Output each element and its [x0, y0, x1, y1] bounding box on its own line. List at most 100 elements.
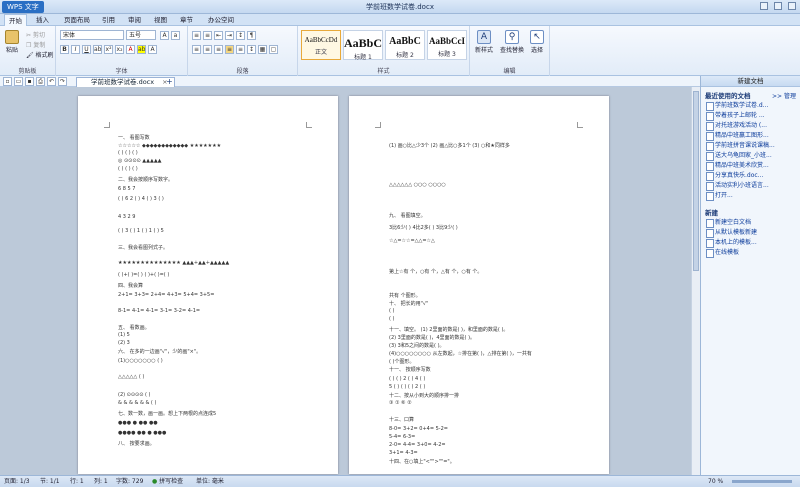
page-2[interactable]: (1) 画○比△少3个 (2) 画△比○多1个 (3) ○和★同样多 △△△△△△… — [349, 96, 609, 474]
highlight-icon[interactable]: ab — [137, 45, 146, 54]
tab-review[interactable]: 审阅 — [124, 14, 145, 26]
style-heading-2[interactable]: AaBbC 标题 2 — [385, 30, 425, 60]
page-line: ( ) ( ) ( ) — [118, 150, 138, 156]
subscript-icon[interactable]: x₂ — [115, 45, 124, 54]
task-pane: 新建文档 最近使用的文档 >> 管理 学前班数学试卷.d... 带着孩子上邮轮 .… — [700, 76, 800, 475]
line-spacing-icon[interactable]: ↕ — [247, 45, 256, 54]
spell-check-toggle[interactable]: ● 拼写检查 — [152, 476, 183, 487]
page-line: (1) 画○比△少3个 (2) 画△比○多1个 (3) ○和★同样多 — [389, 143, 510, 149]
recent-doc-item[interactable]: 学前班拼音课说课稿... — [701, 141, 800, 151]
format-painter-button[interactable]: 🖌 格式刷 — [26, 50, 54, 59]
grow-font-icon[interactable]: A — [160, 31, 169, 40]
status-words: 字数: 729 — [116, 478, 144, 485]
tab-home[interactable]: 开始 — [4, 14, 27, 26]
border-icon[interactable]: ▢ — [269, 45, 278, 54]
page-line: ( ) ( ) 2 ( ) 4 ( ) — [389, 376, 426, 382]
cut-button[interactable]: ✂ 剪切 — [26, 30, 45, 39]
tab-view[interactable]: 视图 — [150, 14, 171, 26]
page-line: ●●● ● ●● ●● — [118, 420, 158, 426]
superscript-icon[interactable]: x² — [104, 45, 113, 54]
tab-office-space[interactable]: 办公空间 — [204, 14, 238, 26]
tab-references[interactable]: 引用 — [98, 14, 119, 26]
document-canvas[interactable]: 一、 看图写数 ☆☆☆☆☆ ◆◆◆◆◆◆◆◆◆◆◆◆ ★★★★★★★( ) ( )… — [0, 87, 700, 475]
recent-doc-item[interactable]: 活动实利小班语言... — [701, 181, 800, 191]
copy-button[interactable]: ❐ 复制 — [26, 40, 45, 49]
tab-chapter[interactable]: 章节 — [176, 14, 197, 26]
recent-doc-item[interactable]: 精品中班美术欣赏... — [701, 161, 800, 171]
increase-indent-icon[interactable]: ⇥ — [225, 31, 234, 40]
minimize-icon[interactable] — [760, 2, 768, 10]
underline-icon[interactable]: U — [82, 45, 91, 54]
paste-button[interactable]: 粘贴 — [3, 30, 21, 54]
recent-doc-item[interactable]: 分享真快乐.doc... — [701, 171, 800, 181]
recent-doc-item[interactable]: 学前班数学试卷.d... — [701, 101, 800, 111]
status-section: 节: 1/1 — [40, 478, 60, 485]
align-center-icon[interactable]: ≡ — [203, 45, 212, 54]
undo-icon[interactable]: ↶ — [47, 77, 56, 86]
italic-icon[interactable]: I — [71, 45, 80, 54]
page-line: 共有 个图形。 — [389, 293, 421, 299]
sort-icon[interactable]: ↕ — [236, 31, 245, 40]
page-line: 八、 按要求画。 — [118, 441, 155, 447]
page-line: (3) 3和5之间的数是( )。 — [389, 343, 445, 349]
status-page: 页面: 1/3 — [4, 478, 30, 485]
new-style-button[interactable]: A 新样式 — [472, 30, 496, 54]
font-size-combo[interactable]: 五号 — [126, 30, 156, 40]
style-heading-1[interactable]: AaBbC 标题 1 — [343, 30, 383, 61]
vertical-scrollbar[interactable] — [691, 87, 700, 475]
save-icon[interactable]: ▪ — [25, 77, 34, 86]
scroll-thumb[interactable] — [693, 91, 699, 271]
open-link[interactable]: 打开... — [701, 191, 800, 201]
select-button[interactable]: ↖ 选择 — [528, 30, 546, 54]
page-1[interactable]: 一、 看图写数 ☆☆☆☆☆ ◆◆◆◆◆◆◆◆◆◆◆◆ ★★★★★★★( ) ( )… — [78, 96, 338, 474]
title-bar: WPS 文字 学前班数学试卷.docx — [0, 0, 800, 14]
font-color-icon[interactable]: A — [126, 45, 135, 54]
char-shading-icon[interactable]: A — [148, 45, 157, 54]
close-icon[interactable] — [788, 2, 796, 10]
zoom-level[interactable]: 70 % — [708, 476, 723, 487]
strikethrough-icon[interactable]: ab — [93, 45, 102, 54]
new-doc-option[interactable]: 在线模板 — [701, 248, 800, 258]
page-line: △△△△△ ( ) — [118, 374, 145, 380]
bullets-icon[interactable]: ≡ — [192, 31, 201, 40]
align-right-icon[interactable]: ≡ — [214, 45, 223, 54]
justify-icon[interactable]: ≡ — [225, 45, 234, 54]
recent-doc-item[interactable]: 精品中班赢工图形... — [701, 131, 800, 141]
font-name-combo[interactable]: 宋体 — [60, 30, 124, 40]
recent-doc-item[interactable]: 送大乌龟回家_小班... — [701, 151, 800, 161]
page-line: △△△△△△ ○○○ ○○○○ — [389, 182, 446, 188]
page-line: 十一、 按顺序写数 — [389, 367, 431, 373]
style-heading-3[interactable]: AaBbCcI 标题 3 — [427, 30, 467, 60]
new-doc-option[interactable]: 新建空白文档 — [701, 218, 800, 228]
brush-icon: 🖌 — [26, 52, 34, 59]
open-icon[interactable]: ▭ — [14, 77, 23, 86]
page-line: ( ) — [389, 308, 395, 314]
page-line: (1) 5 — [118, 332, 130, 338]
zoom-slider[interactable] — [732, 480, 792, 483]
numbering-icon[interactable]: ≡ — [203, 31, 212, 40]
manage-link[interactable]: >> 管理 — [772, 87, 796, 101]
find-replace-button[interactable]: ⚲ 查找替换 — [498, 30, 526, 54]
new-tab-icon[interactable]: + — [166, 77, 173, 86]
bold-icon[interactable]: B — [60, 45, 69, 54]
document-tab[interactable]: 学前班数学试卷.docx × — [76, 77, 175, 87]
style-normal[interactable]: AaBbCcDd 正文 — [301, 30, 341, 60]
maximize-icon[interactable] — [774, 2, 782, 10]
distribute-icon[interactable]: ≡ — [236, 45, 245, 54]
recent-doc-item[interactable]: 对托班游戏活动 (... — [701, 121, 800, 131]
shading-icon[interactable]: ▦ — [258, 45, 267, 54]
new-doc-option[interactable]: 从默认模板新建 — [701, 228, 800, 238]
decrease-indent-icon[interactable]: ⇤ — [214, 31, 223, 40]
new-doc-option[interactable]: 本机上的模板... — [701, 238, 800, 248]
show-marks-icon[interactable]: ¶ — [247, 31, 256, 40]
redo-icon[interactable]: ↷ — [58, 77, 67, 86]
new-doc-icon[interactable]: ▫ — [3, 77, 12, 86]
align-left-icon[interactable]: ≡ — [192, 45, 201, 54]
page-line: 4 3 2 9 — [118, 214, 136, 220]
page-line: 8-1= 4-1= 4-1= 3-1= 3-2= 4-1= — [118, 308, 201, 314]
recent-doc-item[interactable]: 带着孩子上邮轮 ... — [701, 111, 800, 121]
tab-page-layout[interactable]: 页面布局 — [60, 14, 94, 26]
print-icon[interactable]: ⎙ — [36, 77, 45, 86]
tab-insert[interactable]: 插入 — [32, 14, 53, 26]
shrink-font-icon[interactable]: a — [171, 31, 180, 40]
